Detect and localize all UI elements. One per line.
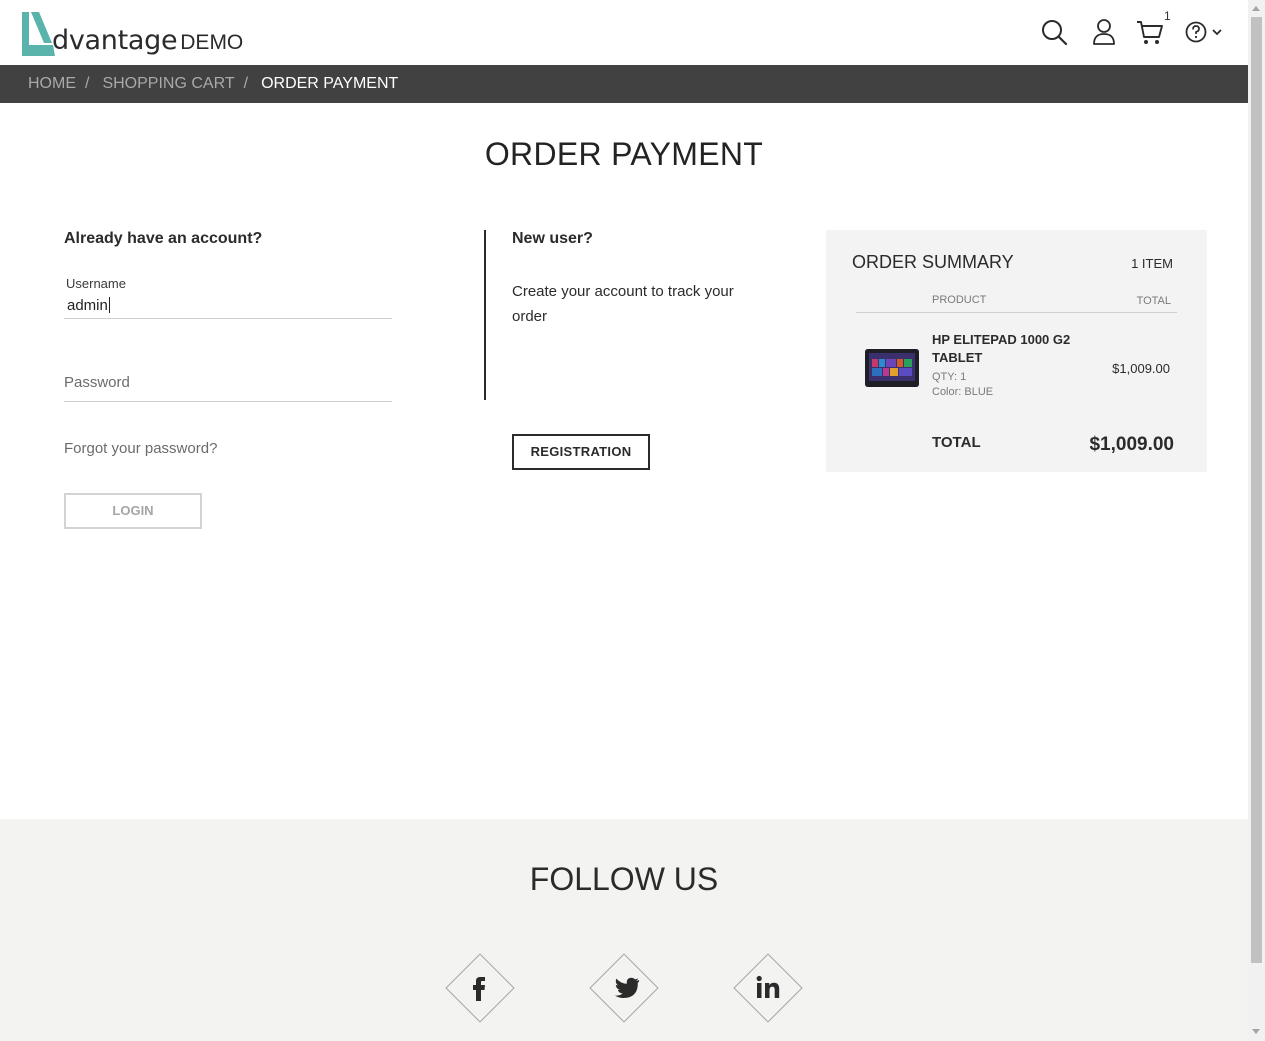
cart-icon[interactable] [1136, 18, 1164, 46]
new-user-description: Create your account to track your order [512, 283, 734, 325]
product-color: Color: BLUE [932, 386, 994, 398]
logo[interactable]: dvantage DEMO [22, 10, 243, 56]
total-label: TOTAL [932, 434, 981, 451]
vertical-scrollbar[interactable] [1248, 0, 1265, 1041]
linkedin-icon[interactable] [727, 947, 809, 1029]
password-label: Password [64, 374, 130, 391]
product-image[interactable] [865, 349, 919, 387]
forgot-password-link[interactable]: Forgot your password? [64, 440, 217, 457]
search-icon[interactable] [1040, 18, 1068, 46]
footer: FOLLOW US [0, 819, 1248, 1041]
column-header-total: TOTAL [1136, 295, 1171, 307]
logo-suffix: DEMO [180, 31, 244, 54]
product-price: $1,009.00 [1112, 361, 1170, 376]
summary-divider [856, 312, 1177, 313]
breadcrumb-shopping-cart[interactable]: SHOPPING CART [102, 75, 234, 93]
total-value: $1,009.00 [1089, 434, 1174, 455]
follow-us-title: FOLLOW US [529, 861, 719, 897]
column-header-product: PRODUCT [932, 294, 987, 306]
breadcrumb-home[interactable]: HOME [28, 75, 76, 93]
facebook-icon[interactable] [439, 947, 521, 1029]
order-item-count: 1 ITEM [1131, 256, 1173, 271]
breadcrumb-current: ORDER PAYMENT [261, 75, 399, 92]
registration-button[interactable]: REGISTRATION [512, 434, 650, 470]
login-section: Already have an account? Username admin … [64, 230, 394, 529]
user-icon[interactable] [1090, 18, 1118, 46]
scroll-down-icon[interactable] [1252, 1029, 1260, 1034]
help-icon[interactable] [1184, 18, 1226, 46]
login-heading: Already have an account? [64, 230, 263, 247]
site-header: dvantage DEMO 1 [0, 0, 1248, 65]
column-divider [484, 230, 486, 400]
product-name[interactable]: HP ELITEPAD 1000 G2 TABLET [932, 331, 1082, 367]
page-title: ORDER PAYMENT [484, 136, 764, 172]
username-input[interactable]: admin [67, 297, 110, 314]
username-label: Username [66, 276, 126, 291]
order-summary-title: ORDER SUMMARY [852, 252, 1014, 272]
new-user-heading: New user? [512, 230, 593, 247]
new-user-section: New user? Create your account to track y… [512, 230, 772, 470]
breadcrumb-separator: / [85, 75, 90, 92]
text-caret [108, 297, 110, 313]
order-summary: ORDER SUMMARY 1 ITEM PRODUCT TOTAL HP EL… [826, 230, 1207, 472]
breadcrumb: HOME / SHOPPING CART / ORDER PAYMENT [0, 65, 1248, 103]
twitter-icon[interactable] [583, 947, 665, 1029]
cart-count-badge: 1 [1164, 9, 1171, 23]
login-button[interactable]: LOGIN [64, 493, 202, 529]
logo-mark-icon [22, 12, 56, 56]
scrollbar-thumb[interactable] [1251, 17, 1262, 963]
logo-text: dvantage [52, 25, 178, 56]
breadcrumb-separator: / [243, 75, 249, 92]
product-qty: QTY: 1 [932, 371, 967, 383]
username-value: admin [67, 297, 108, 314]
scroll-up-icon[interactable] [1252, 6, 1260, 11]
